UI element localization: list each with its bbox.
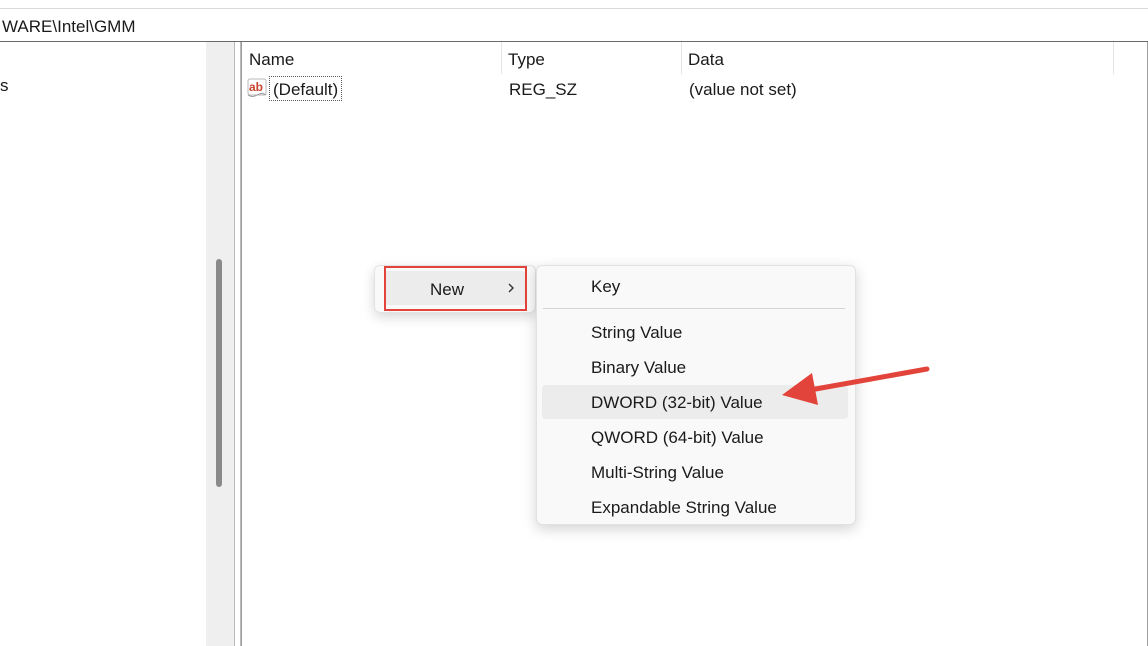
submenu-item-qword-value[interactable]: QWORD (64-bit) Value [542,420,848,454]
value-name-cell[interactable]: (Default) [269,76,343,101]
svg-text:ab: ab [249,80,263,94]
annotation-highlight-box [384,266,527,311]
table-row[interactable]: ab (Default) REG_SZ (value not set) [242,76,1122,104]
submenu-item-label: QWORD (64-bit) Value [591,428,764,447]
value-type-cell: REG_SZ [509,80,578,99]
submenu-item-string-value[interactable]: String Value [542,315,848,349]
column-header-type[interactable]: Type [501,42,681,74]
string-value-ab-icon: ab [247,78,267,97]
tree-item-partial[interactable]: s [0,76,9,96]
submenu-item-label: Binary Value [591,358,687,377]
address-bar[interactable]: WARE\Intel\GMM [0,8,1148,42]
submenu-item-key[interactable]: Key [542,269,848,303]
submenu-item-label: Expandable String Value [591,498,777,517]
column-separator[interactable] [1113,42,1114,74]
column-header-name[interactable]: Name [242,42,501,74]
submenu-separator [543,308,845,309]
annotation-arrow-icon [782,366,930,405]
tree-scrollbar[interactable] [206,42,234,646]
column-header-data[interactable]: Data [681,42,1113,74]
value-data-cell: (value not set) [689,80,797,99]
submenu-item-label: Multi-String Value [591,463,724,482]
submenu-item-label: String Value [591,323,683,342]
registry-editor-window: WARE\Intel\GMM s Name Type Data ab (Defa… [0,0,1148,646]
pane-splitter[interactable] [234,42,241,646]
address-path[interactable]: WARE\Intel\GMM [2,17,136,37]
submenu-item-label: Key [591,277,621,296]
registry-tree-pane[interactable]: s [0,42,206,646]
submenu-item-multi-string-value[interactable]: Multi-String Value [542,455,848,489]
submenu-item-label: DWORD (32-bit) Value [591,393,763,412]
tree-scroll-thumb[interactable] [216,259,222,487]
submenu-item-expandable-string-value[interactable]: Expandable String Value [542,490,848,524]
